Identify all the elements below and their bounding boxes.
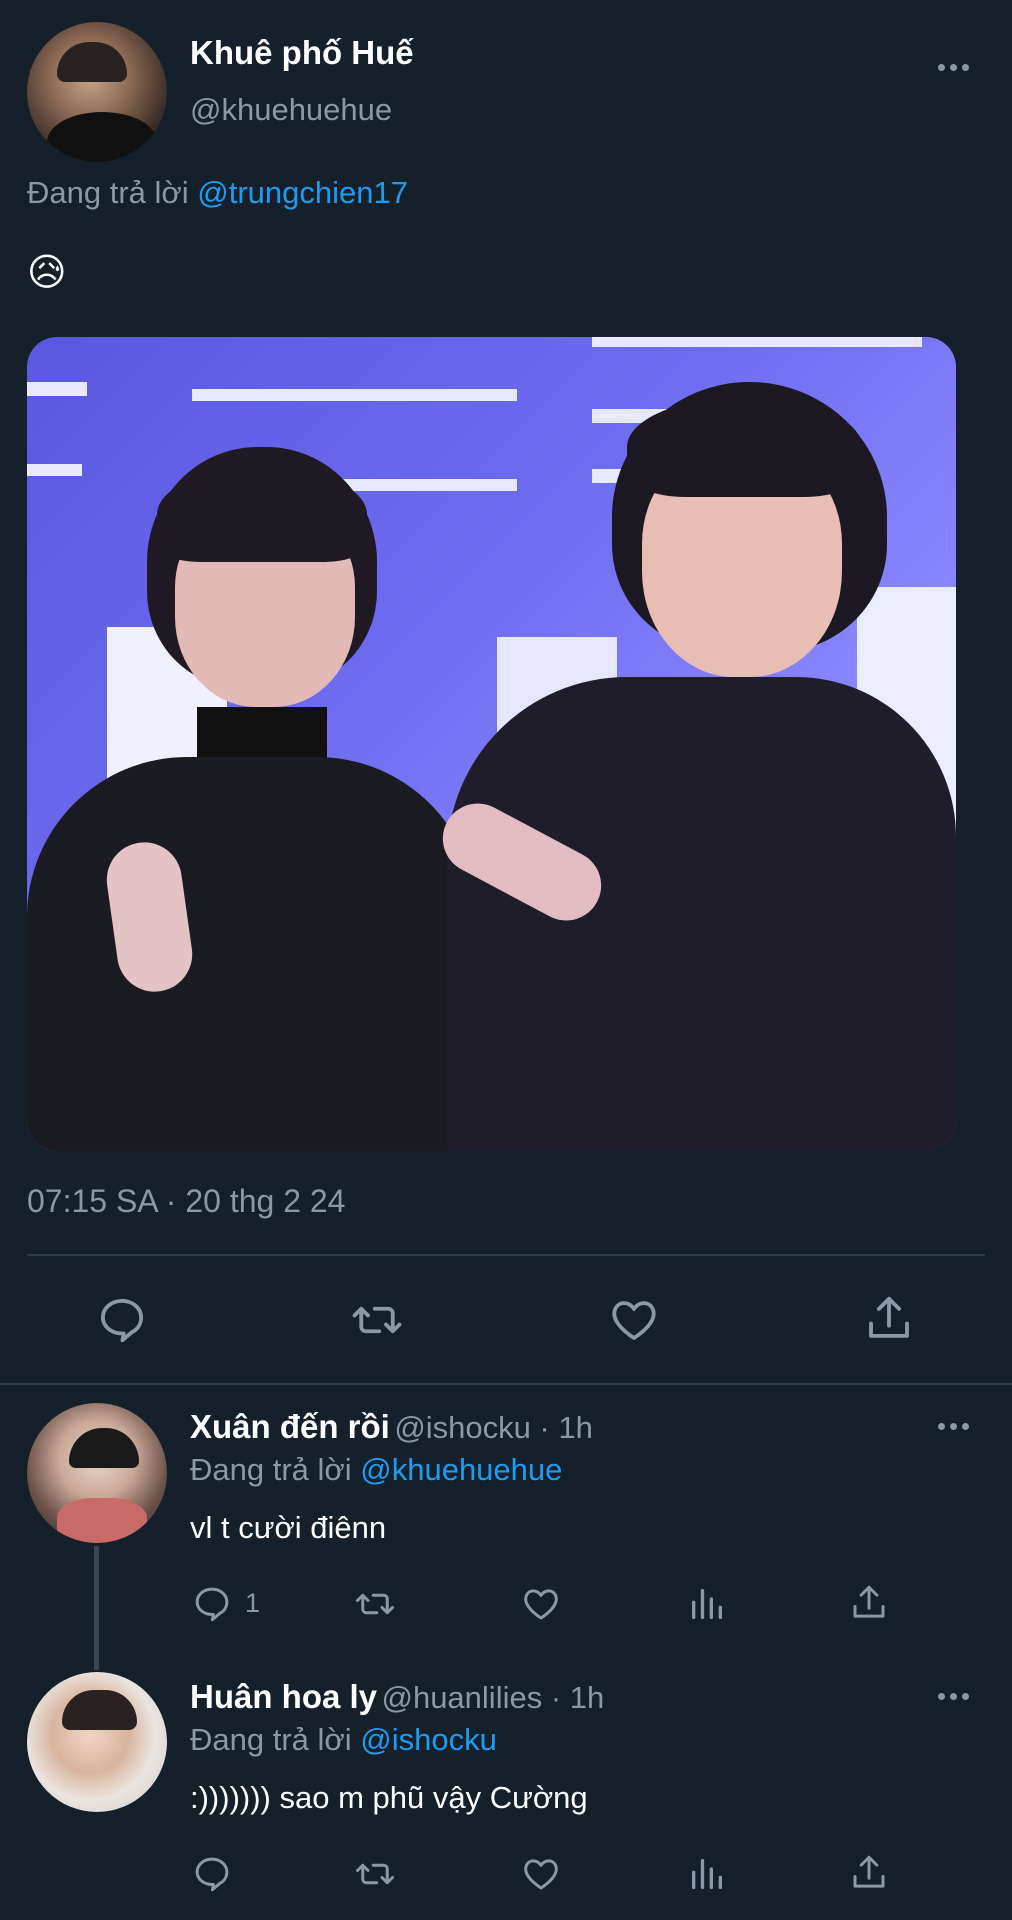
reply-author-name[interactable]: Xuân đến rồi: [190, 1408, 390, 1445]
reply-author-name[interactable]: Huân hoa ly: [190, 1678, 377, 1715]
reply-avatar[interactable]: [27, 1672, 167, 1812]
tweet-body: 😥: [27, 252, 67, 294]
analytics-icon[interactable]: [687, 1853, 727, 1895]
retweet-icon[interactable]: [348, 1293, 406, 1347]
reply-icon[interactable]: [191, 1853, 233, 1895]
reply-context: Đang trả lời @khuehuehue: [190, 1452, 562, 1488]
section-divider: [0, 1383, 1012, 1385]
reply-icon[interactable]: [191, 1583, 233, 1625]
reply-prefix: Đang trả lời: [190, 1722, 352, 1757]
author-name[interactable]: Khuê phố Huế: [190, 34, 414, 72]
reply-icon[interactable]: [95, 1293, 149, 1347]
share-icon[interactable]: [862, 1291, 916, 1347]
divider: [27, 1254, 985, 1256]
reply-header: Xuân đến rồi @ishocku · 1h: [190, 1408, 593, 1446]
reply-body: :))))))) sao m phũ vậy Cường: [190, 1780, 588, 1815]
retweet-icon[interactable]: [352, 1853, 398, 1895]
reply-to-link[interactable]: @ishocku: [360, 1722, 497, 1757]
more-options-icon[interactable]: [938, 64, 969, 71]
reply-prefix: Đang trả lời: [190, 1452, 352, 1487]
thread-line: [94, 1546, 99, 1670]
tweet-photo[interactable]: [27, 337, 956, 1151]
author-handle[interactable]: @khuehuehue: [190, 92, 392, 128]
reply-body: vl t cười điênn: [190, 1510, 387, 1545]
reply-context: Đang trả lời @ishocku: [190, 1722, 497, 1758]
share-icon[interactable]: [848, 1851, 890, 1895]
author-avatar[interactable]: [27, 22, 167, 162]
retweet-icon[interactable]: [352, 1583, 398, 1625]
tweet-timestamp[interactable]: 07:15 SA · 20 thg 2 24: [27, 1183, 345, 1220]
like-icon[interactable]: [519, 1853, 563, 1895]
more-options-icon[interactable]: [938, 1423, 969, 1430]
reply-author-meta[interactable]: @huanlilies · 1h: [381, 1680, 604, 1715]
reply-context: Đang trả lời @trungchien17: [27, 175, 408, 211]
reply-header: Huân hoa ly @huanlilies · 1h: [190, 1678, 604, 1716]
share-icon[interactable]: [848, 1581, 890, 1625]
like-icon[interactable]: [606, 1293, 662, 1347]
reply-count: 1: [245, 1588, 261, 1618]
reply-prefix: Đang trả lời: [27, 175, 189, 210]
more-options-icon[interactable]: [938, 1693, 969, 1700]
reply-to-link[interactable]: @khuehuehue: [360, 1452, 562, 1487]
reply-to-link[interactable]: @trungchien17: [197, 175, 408, 210]
reply-avatar[interactable]: [27, 1403, 167, 1543]
analytics-icon[interactable]: [687, 1583, 727, 1625]
like-icon[interactable]: [519, 1583, 563, 1625]
reply-author-meta[interactable]: @ishocku · 1h: [394, 1410, 593, 1445]
